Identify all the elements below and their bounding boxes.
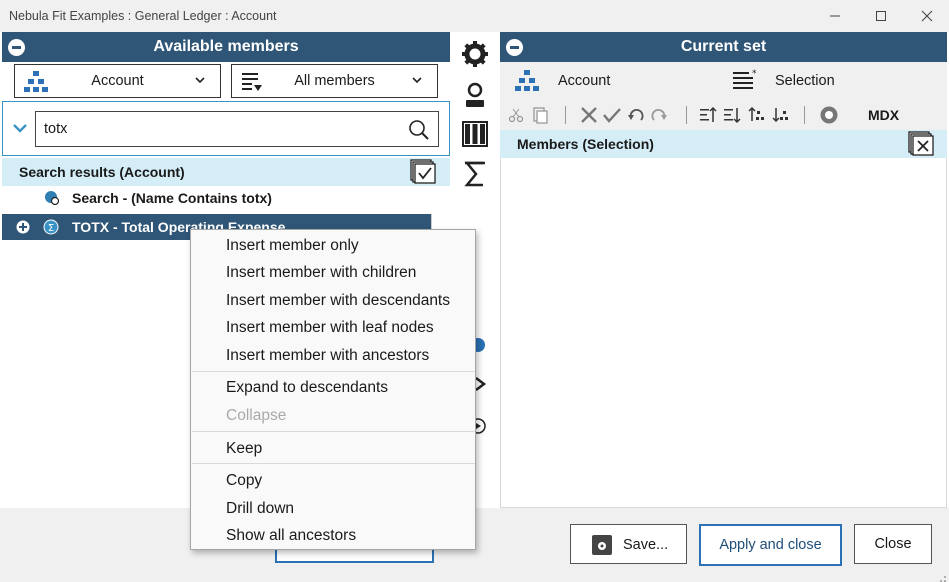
menu-item-collapse: Collapse — [226, 407, 287, 424]
search-node-icon — [45, 191, 60, 206]
apply-and-close-button[interactable]: Apply and close — [699, 524, 842, 566]
collapse-panel-icon[interactable] — [506, 39, 523, 56]
search-input-value: totx — [44, 121, 68, 137]
menu-item-insert-with-children[interactable]: Insert member with children — [226, 264, 416, 282]
toolbar-separator — [804, 106, 805, 124]
close-button-label: Close — [874, 536, 912, 552]
sigma-icon — [464, 161, 485, 187]
search-results-header: Search results (Account) — [2, 158, 450, 186]
delete-x-icon[interactable] — [580, 106, 598, 124]
dialog-window: Nebula Fit Examples : General Ledger : A… — [0, 0, 949, 582]
sort-ascending-icon[interactable] — [699, 106, 717, 124]
filter-dropdown-label: All members — [294, 73, 375, 89]
current-set-header: Current set — [500, 32, 947, 62]
menu-separator — [192, 463, 475, 464]
hierarchy-icon — [515, 70, 539, 91]
dimension-dropdown[interactable]: Account — [14, 64, 221, 98]
menu-item-copy[interactable]: Copy — [226, 472, 262, 490]
paste-icon[interactable] — [532, 106, 548, 124]
hierarchy-sort-desc-icon[interactable] — [772, 106, 790, 124]
menu-item-expand-to-descendants[interactable]: Expand to descendants — [226, 379, 388, 397]
save-button[interactable]: Save... — [570, 524, 687, 564]
person-icon — [466, 82, 484, 107]
available-members-title: Available members — [153, 38, 299, 55]
aggregate-button[interactable] — [460, 159, 490, 189]
menu-strip-remnant — [0, 0, 260, 2]
save-button-label: Save... — [623, 537, 669, 553]
menu-item-insert-with-leaf-nodes[interactable]: Insert member with leaf nodes — [226, 319, 434, 337]
redo-icon[interactable] — [650, 106, 668, 124]
filter-dropdown[interactable]: All members — [231, 64, 438, 98]
menu-item-insert-with-descendants[interactable]: Insert member with descendants — [226, 292, 450, 310]
available-members-header: Available members — [2, 32, 450, 62]
chevron-down-icon — [195, 77, 205, 84]
context-menu: Insert member only Insert member with ch… — [190, 229, 476, 550]
checkmark-icon[interactable] — [602, 106, 622, 124]
close-window-button[interactable] — [910, 4, 944, 28]
menu-separator — [192, 431, 475, 432]
search-area: totx — [2, 101, 450, 156]
columns-button[interactable] — [460, 119, 490, 149]
settings-button[interactable] — [460, 39, 490, 69]
maximize-button[interactable] — [864, 4, 898, 28]
maximize-icon — [876, 11, 886, 21]
current-set-toolbar: MDX — [500, 100, 947, 130]
search-results-title: Search results (Account) — [19, 164, 185, 180]
select-all-icon[interactable] — [410, 159, 436, 184]
title-bar: Nebula Fit Examples : General Ledger : A… — [0, 0, 949, 32]
user-button[interactable] — [460, 80, 490, 110]
current-set-title: Current set — [680, 38, 767, 55]
collapse-panel-icon[interactable] — [8, 39, 25, 56]
current-set-subheader: Account * Selection — [500, 62, 947, 100]
dimension-dropdown-label: Account — [91, 73, 144, 89]
expand-plus-icon[interactable] — [16, 220, 30, 234]
members-selection-title: Members (Selection) — [517, 136, 654, 152]
svg-text:Σ: Σ — [48, 223, 54, 234]
gear-icon — [462, 41, 488, 67]
close-button[interactable]: Close — [854, 524, 932, 564]
minimize-icon — [830, 15, 840, 17]
cut-icon[interactable] — [508, 107, 524, 123]
menu-item-drill-down[interactable]: Drill down — [226, 500, 294, 518]
hierarchy-sort-icon[interactable] — [748, 106, 766, 124]
close-icon — [921, 10, 933, 22]
svg-text:*: * — [752, 69, 757, 79]
toolbar-separator — [686, 106, 687, 124]
sort-descending-icon[interactable] — [723, 106, 741, 124]
menu-item-insert-member-only[interactable]: Insert member only — [226, 237, 359, 255]
menu-item-insert-with-ancestors[interactable]: Insert member with ancestors — [226, 347, 429, 365]
undo-icon[interactable] — [627, 106, 645, 124]
apply-and-close-label: Apply and close — [719, 537, 822, 553]
mdx-button[interactable]: MDX — [868, 107, 899, 123]
minimize-button[interactable] — [818, 4, 852, 28]
window-title: Nebula Fit Examples : General Ledger : A… — [9, 9, 277, 23]
menu-item-keep[interactable]: Keep — [226, 440, 262, 458]
selection-label[interactable]: Selection — [775, 73, 835, 89]
record-icon[interactable] — [819, 105, 839, 125]
save-disk-icon — [592, 535, 612, 555]
menu-item-show-all-ancestors[interactable]: Show all ancestors — [226, 527, 356, 545]
resize-grip[interactable] — [937, 570, 947, 582]
search-input[interactable]: totx — [35, 111, 439, 147]
members-selection-header: Members (Selection) — [500, 130, 947, 158]
selection-list-icon: * — [733, 69, 757, 89]
search-icon[interactable] — [408, 119, 430, 141]
sigma-member-icon: Σ — [43, 219, 59, 235]
chevron-down-icon — [412, 77, 422, 84]
current-dimension-label[interactable]: Account — [558, 73, 610, 89]
toolbar-separator — [565, 106, 566, 124]
menu-separator — [192, 371, 475, 372]
columns-icon — [462, 121, 488, 147]
clear-all-icon[interactable] — [908, 131, 934, 156]
search-row-label: Search - (Name Contains totx) — [72, 190, 272, 206]
expand-search-icon[interactable] — [12, 122, 28, 134]
